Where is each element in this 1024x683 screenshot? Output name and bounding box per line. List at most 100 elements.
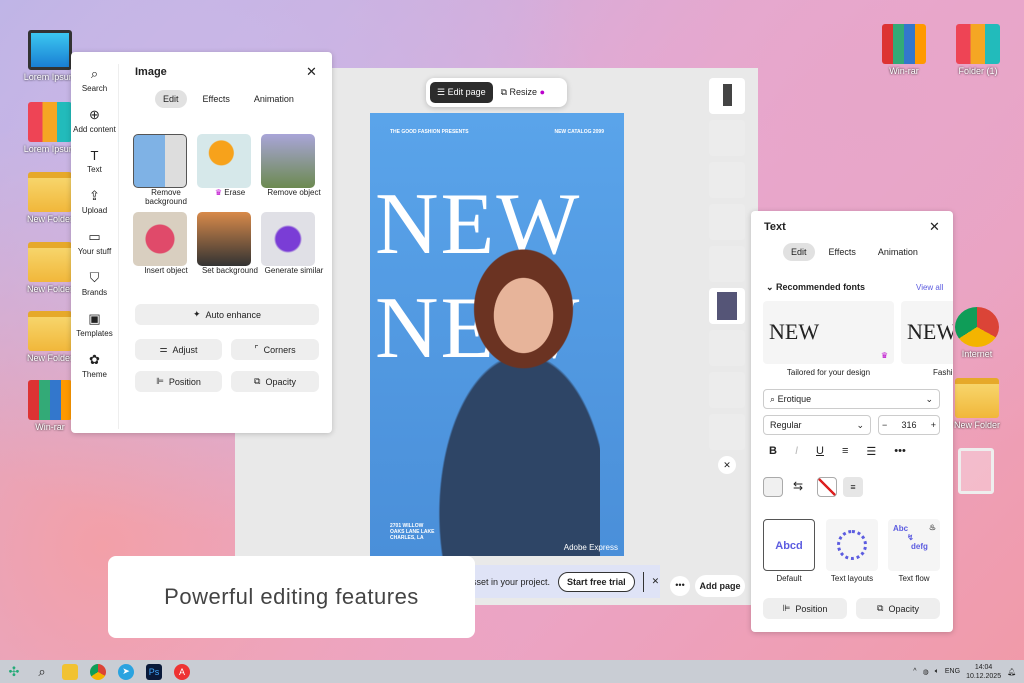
start-icon[interactable]: ✣ (6, 664, 22, 680)
opacity-button[interactable]: ⧉ Opacity (856, 598, 940, 619)
generate-similar-tool[interactable]: Generate similar (261, 212, 325, 275)
close-icon[interactable]: ✕ (306, 64, 317, 80)
poster[interactable]: THE GOOD FASHION PRESENTS NEW CATALOG 20… (370, 113, 624, 556)
corners-button[interactable]: ⌜ Corners (231, 339, 319, 360)
tab-edit[interactable]: Edit (155, 90, 187, 108)
close-icon[interactable]: ✕ (929, 219, 940, 235)
rail-templates[interactable]: ▣ Templates (71, 311, 118, 338)
more-icon[interactable]: ••• (894, 445, 906, 458)
insert-object-tool[interactable]: Insert object (133, 212, 197, 275)
adjust-button[interactable]: ⚌ Adjust (135, 339, 222, 360)
align-center-icon[interactable]: ≡ (842, 445, 848, 458)
list-icon[interactable]: ☰ (866, 445, 876, 458)
more-options-button[interactable]: ••• (670, 576, 690, 596)
page-thumbnail[interactable] (709, 372, 745, 408)
font-card-tailored[interactable]: NEW ♛ (763, 301, 894, 364)
system-tray: ^ ◍ 🔈︎ ENG 14:04 10.12.2025 🔔︎ (913, 663, 1024, 681)
volume-icon[interactable]: 🔈︎ (935, 668, 939, 676)
chevron-down-icon: ⌄ (925, 394, 933, 404)
italic-icon[interactable]: I (795, 445, 798, 458)
binder-icon (956, 24, 1000, 64)
sliders-icon: ⚌ (159, 344, 168, 354)
adobe-express-icon[interactable]: A (174, 663, 190, 680)
page-thumbnail[interactable] (709, 120, 745, 156)
font-card-label: Fashion (933, 368, 953, 377)
file-explorer-icon[interactable] (62, 663, 78, 680)
tab-animation[interactable]: Animation (246, 90, 302, 108)
desktop-icon-binders[interactable]: Folder (1) (943, 24, 1013, 76)
page-thumbnail[interactable] (709, 414, 745, 450)
set-background-tool[interactable]: Set background (197, 212, 261, 275)
chrome-icon[interactable] (90, 663, 106, 680)
swap-icon[interactable]: ⇆ (793, 479, 803, 493)
poster-top-left-text: THE GOOD FASHION PRESENTS (390, 129, 469, 135)
page-thumbnail[interactable] (709, 204, 745, 240)
templates-icon: ▣ (88, 311, 101, 326)
premium-crown-icon: ♛ (214, 188, 223, 197)
telegram-icon[interactable]: ➤ (118, 663, 134, 680)
clock[interactable]: 14:04 10.12.2025 (966, 663, 1001, 681)
font-search-input[interactable]: ⌕ Erotique ⌄ (763, 389, 940, 409)
adobe-express-watermark: Adobe Express (563, 543, 618, 552)
view-all-link[interactable]: View all (916, 283, 943, 292)
tab-edit[interactable]: Edit (783, 243, 815, 261)
photoshop-icon[interactable]: Ps (146, 663, 162, 680)
close-thumbnails-button[interactable]: ✕ (718, 456, 736, 474)
resize-button[interactable]: ⧉ Resize ● (501, 87, 545, 98)
font-size-stepper[interactable]: −316 + (878, 415, 940, 435)
page-thumbnail[interactable] (709, 78, 745, 114)
opacity-button[interactable]: ⧉ Opacity (231, 371, 319, 392)
rail-your-stuff[interactable]: ▭ Your stuff (71, 229, 118, 256)
text-color-swatch[interactable] (763, 477, 783, 497)
rail-theme[interactable]: ✿ Theme (71, 352, 118, 379)
layout-label: Text flow (898, 574, 930, 583)
image-panel: ⌕ Search ⊕ Add content T Text ⇪ Upload ▭ Your… (71, 52, 332, 433)
tab-animation[interactable]: Animation (870, 243, 926, 261)
remove-object-tool[interactable]: Remove object (261, 134, 325, 206)
tab-effects[interactable]: Effects (195, 90, 238, 108)
corner-icon: ⌜ (254, 344, 259, 354)
desktop-icon-winrar[interactable]: Win-rar (869, 24, 939, 76)
close-banner-icon[interactable]: ✕ (652, 576, 660, 587)
position-icon: ⊫ (156, 376, 164, 386)
poster-top-right-text: NEW CATALOG 2099 (554, 129, 604, 135)
rail-brands[interactable]: ⛉ Brands (71, 270, 118, 297)
layout-text-flow[interactable]: Abc ↯ defg ♨ (888, 519, 940, 571)
highlight-none-swatch[interactable] (817, 477, 837, 497)
minus-icon[interactable]: − (882, 420, 887, 430)
chevron-up-icon[interactable]: ^ (913, 668, 916, 675)
remove-background-tool[interactable]: Remove background (133, 134, 197, 206)
plus-icon[interactable]: + (931, 420, 936, 430)
language-indicator[interactable]: ENG (945, 668, 960, 675)
rail-upload[interactable]: ⇪ Upload (71, 188, 118, 215)
notification-icon[interactable]: 🔔︎ (1007, 668, 1016, 676)
search-icon[interactable]: ⌕ (34, 664, 50, 680)
start-free-trial-button[interactable]: Start free trial (558, 571, 635, 592)
position-button[interactable]: ⊫ Position (135, 371, 222, 392)
page-thumbnail[interactable] (709, 330, 745, 366)
layout-default[interactable]: Abcd (763, 519, 815, 571)
auto-enhance-button[interactable]: ✦ Auto enhance (135, 304, 319, 325)
edit-page-button[interactable]: ☰ Edit page (430, 82, 493, 103)
rail-text[interactable]: T Text (71, 148, 118, 174)
recommended-fonts-toggle[interactable]: ⌄ Recommended fonts (766, 282, 865, 293)
add-page-button[interactable]: Add page (695, 575, 745, 597)
recycle-bin-icon[interactable] (958, 448, 994, 494)
font-card-fashion[interactable]: NEW (901, 301, 953, 364)
underline-icon[interactable]: U (816, 445, 824, 458)
network-icon[interactable]: ◍ (923, 668, 929, 676)
font-weight-select[interactable]: Regular ⌄ (763, 415, 871, 435)
bold-icon[interactable]: B (769, 445, 777, 458)
rail-add-content[interactable]: ⊕ Add content (71, 107, 118, 134)
layout-text-layouts[interactable] (826, 519, 878, 571)
page-thumbnail-active[interactable] (709, 288, 745, 324)
tab-effects[interactable]: Effects (821, 243, 864, 261)
page-thumbnail[interactable] (709, 162, 745, 198)
position-button[interactable]: ⊫ Position (763, 598, 847, 619)
search-icon: ⌕ (90, 66, 99, 81)
page-thumbnail[interactable] (709, 246, 745, 282)
panel-title: Image (135, 66, 167, 78)
rail-search[interactable]: ⌕ Search (71, 66, 118, 93)
spacing-icon[interactable]: ≡ (843, 477, 863, 497)
erase-tool[interactable]: ♛ Erase (197, 134, 261, 206)
